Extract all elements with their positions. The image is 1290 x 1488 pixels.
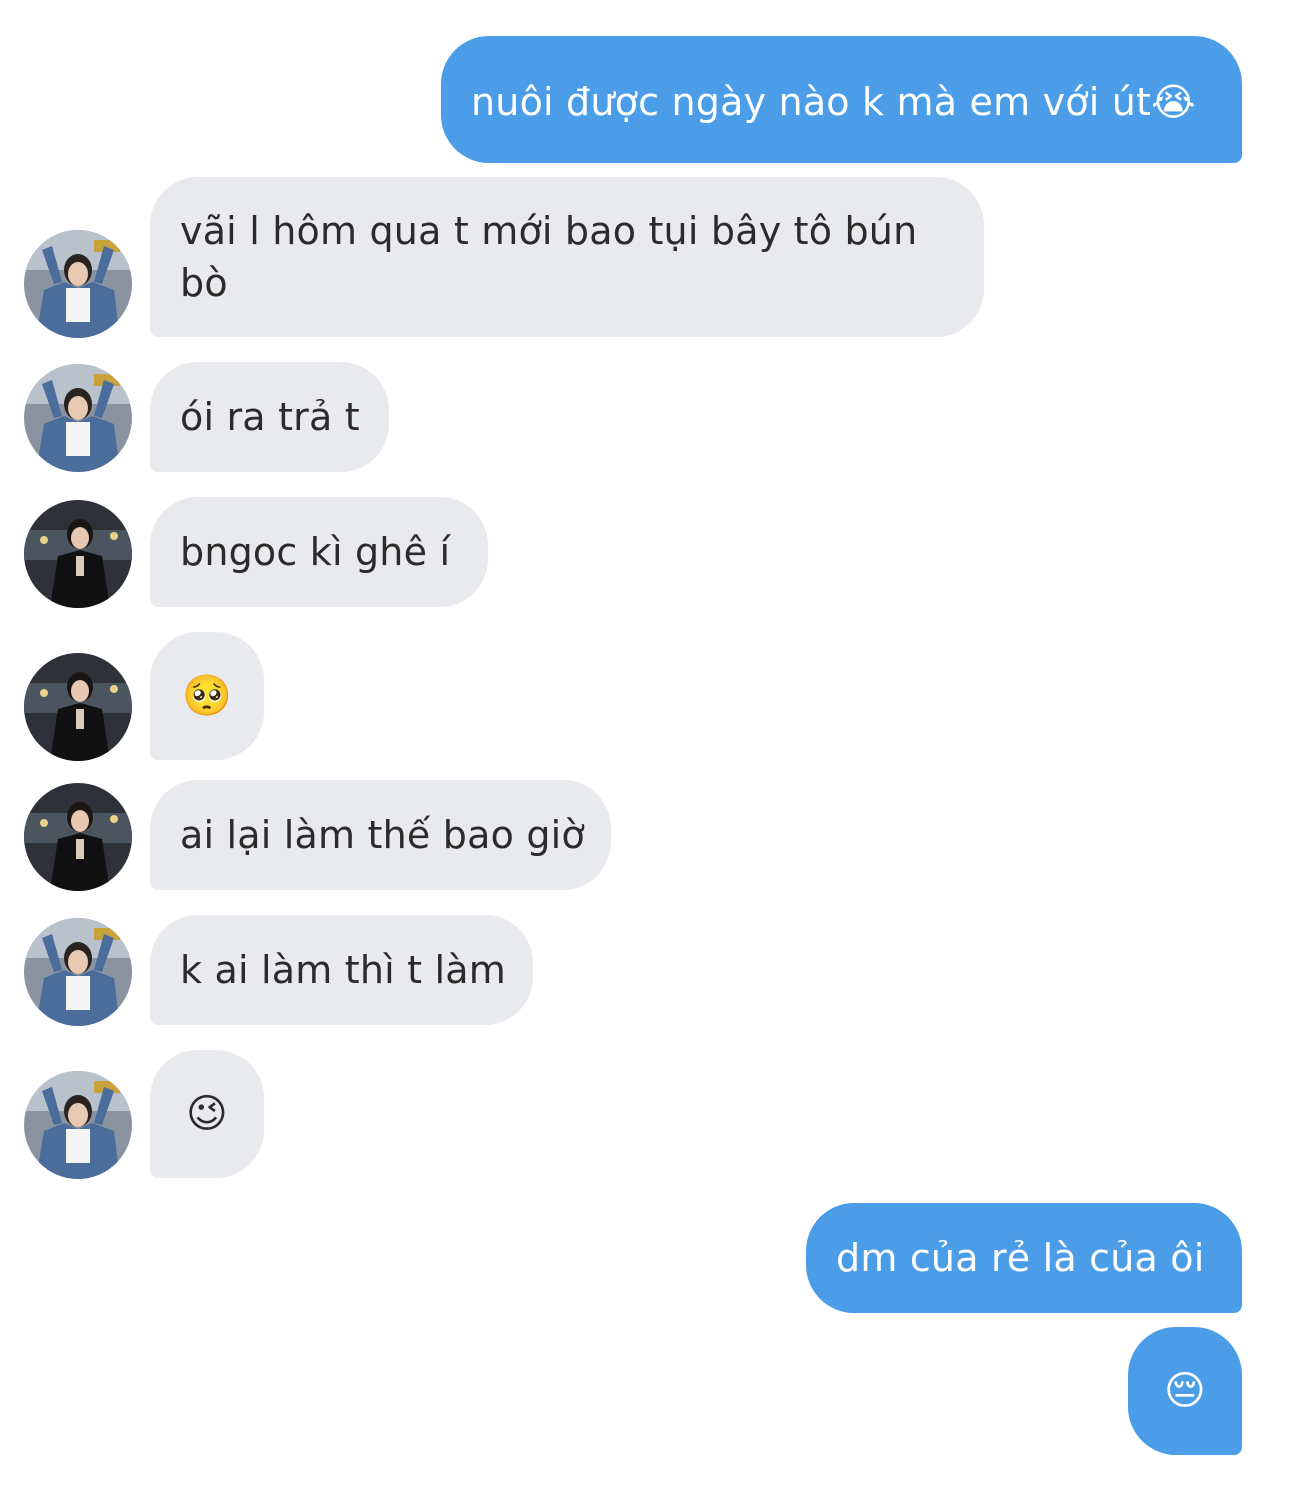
sender-avatar[interactable] [24, 1071, 132, 1179]
message-text: bngoc kì ghê í [180, 530, 451, 574]
incoming-message[interactable]: ai lại làm thế bao giờ [150, 780, 611, 890]
incoming-message[interactable]: bngoc kì ghê í [150, 497, 488, 607]
incoming-emoji-message[interactable]: 🥺 [150, 632, 264, 760]
sender-avatar[interactable] [24, 783, 132, 891]
message-text: vãi l hôm qua t mới bao tụi bây tô bún b… [180, 209, 918, 305]
sender-avatar[interactable] [24, 364, 132, 472]
message-text: dm của rẻ là của ôi [836, 1236, 1205, 1280]
sender-avatar[interactable] [24, 653, 132, 761]
incoming-message[interactable]: ói ra trả t [150, 362, 389, 472]
avatar-black-dress-icon [24, 653, 132, 761]
sender-avatar[interactable] [24, 918, 132, 1026]
incoming-message[interactable]: vãi l hôm qua t mới bao tụi bây tô bún b… [150, 177, 984, 337]
sender-avatar[interactable] [24, 500, 132, 608]
avatar-denim-icon [24, 918, 132, 1026]
incoming-message[interactable]: k ai làm thì t làm [150, 915, 533, 1025]
message-text: k ai làm thì t làm [180, 948, 507, 992]
outgoing-message[interactable]: dm của rẻ là của ôi [806, 1203, 1242, 1313]
winking-face-icon: 😉 [186, 1091, 228, 1137]
message-text: nuôi được ngày nào k mà em với út😭 [471, 80, 1196, 124]
avatar-black-dress-icon [24, 500, 132, 608]
avatar-black-dress-icon [24, 783, 132, 891]
pleading-face-icon: 🥺 [181, 673, 232, 719]
avatar-denim-icon [24, 230, 132, 338]
avatar-denim-icon [24, 1071, 132, 1179]
message-text: ai lại làm thế bao giờ [180, 813, 585, 857]
outgoing-emoji-message[interactable]: 😔 [1128, 1327, 1242, 1455]
incoming-emoji-message[interactable]: 😉 [150, 1050, 264, 1178]
outgoing-message[interactable]: nuôi được ngày nào k mà em với út😭 [441, 36, 1242, 163]
avatar-denim-icon [24, 364, 132, 472]
message-text: ói ra trả t [180, 395, 360, 439]
pensive-face-icon: 😔 [1164, 1368, 1206, 1414]
sender-avatar[interactable] [24, 230, 132, 338]
message-thread[interactable]: nuôi được ngày nào k mà em với út😭 vãi l… [0, 0, 1290, 1488]
